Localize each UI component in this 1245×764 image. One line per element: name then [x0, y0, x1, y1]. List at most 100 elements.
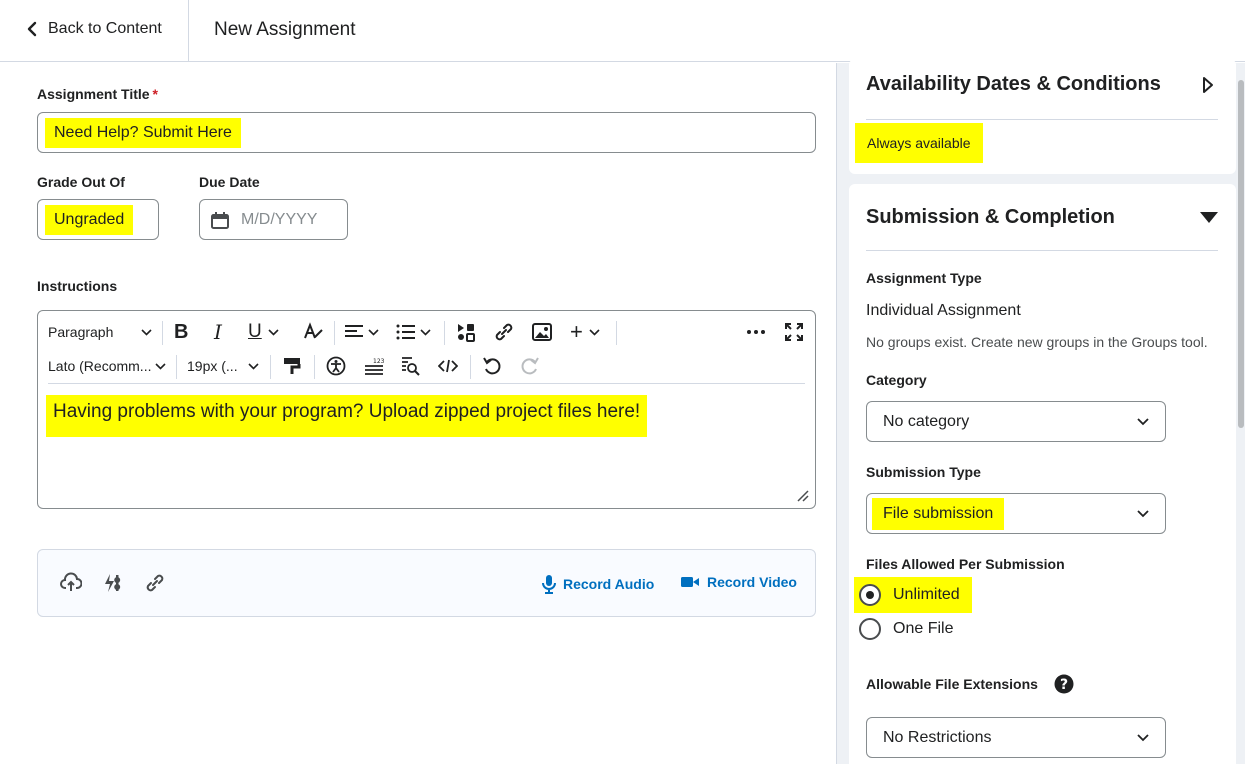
panel-scrollbar[interactable] [1238, 80, 1244, 428]
text-color-icon[interactable] [302, 317, 324, 347]
instructions-editor[interactable]: Paragraph B I U + Lato (Recomm... 19px (… [37, 310, 816, 509]
record-video-label: Record Video [707, 574, 797, 590]
more-icon[interactable] [746, 317, 768, 347]
font-size-dropdown[interactable]: 19px (... [187, 351, 259, 381]
redo-icon[interactable] [520, 351, 542, 381]
font-family-value: Lato (Recomm... [48, 358, 152, 374]
category-value: No category [883, 413, 970, 430]
record-audio-label: Record Audio [563, 576, 655, 592]
due-date-input[interactable]: M/D/YYYY [199, 199, 348, 240]
radio-one-file-label: One File [893, 620, 954, 637]
toolbar-separator [162, 321, 163, 345]
bold-icon[interactable]: B [174, 317, 196, 347]
font-size-value: 19px (... [187, 358, 238, 374]
assignment-type-value: Individual Assignment [866, 302, 1021, 319]
upload-icon[interactable] [60, 572, 82, 594]
toolbar-separator [334, 321, 335, 345]
calendar-icon [211, 212, 229, 229]
assignment-title-value: Need Help? Submit Here [45, 118, 241, 148]
record-video-button[interactable]: Record Video [680, 574, 797, 590]
card-divider [866, 119, 1218, 120]
image-icon[interactable] [532, 317, 554, 347]
back-to-content-link[interactable]: Back to Content [26, 20, 162, 38]
submission-type-label: Submission Type [866, 464, 981, 480]
attachments-bar: Record Audio Record Video [37, 549, 816, 617]
source-code-icon[interactable] [438, 351, 460, 381]
radio-unchecked[interactable] [859, 618, 881, 640]
link-icon[interactable] [494, 317, 516, 347]
video-camera-icon [681, 577, 699, 587]
font-family-dropdown[interactable]: Lato (Recomm... [48, 351, 166, 381]
page-header: Back to Content New Assignment [0, 0, 1245, 62]
instructions-text[interactable]: Having problems with your program? Uploa… [46, 395, 648, 437]
submission-type-select[interactable]: File submission [866, 493, 1166, 534]
align-icon[interactable] [344, 317, 382, 347]
expand-arrow-icon[interactable] [1202, 76, 1214, 94]
assignment-title-label: Assignment Title * [37, 86, 158, 102]
block-format-dropdown[interactable]: Paragraph [48, 317, 152, 347]
submission-title[interactable]: Submission & Completion [866, 206, 1115, 229]
back-to-content-label: Back to Content [48, 20, 162, 37]
due-date-placeholder: M/D/YYYY [241, 211, 318, 228]
grade-out-of-input[interactable]: Ungraded [37, 199, 159, 240]
microphone-icon [542, 575, 556, 594]
quicklink-icon[interactable] [102, 572, 124, 594]
accessibility-icon[interactable] [326, 351, 348, 381]
find-replace-icon[interactable] [400, 351, 422, 381]
availability-status: Always available [855, 123, 983, 163]
assignment-title-label-text: Assignment Title [37, 86, 150, 102]
link-icon[interactable] [144, 572, 166, 594]
chevron-down-icon [1137, 734, 1149, 742]
submission-card: Submission & Completion Assignment Type … [849, 184, 1236, 764]
record-audio-button[interactable]: Record Audio [542, 574, 654, 594]
block-format-value: Paragraph [48, 324, 114, 340]
word-count-icon[interactable]: 123 [364, 351, 386, 381]
svg-text:123: 123 [373, 358, 384, 365]
category-label: Category [866, 372, 927, 388]
groups-note: No groups exist. Create new groups in th… [866, 334, 1208, 350]
fullscreen-icon[interactable] [784, 317, 806, 347]
extensions-select[interactable]: No Restrictions [866, 717, 1166, 758]
instructions-label: Instructions [37, 278, 118, 294]
chevron-down-icon [1137, 510, 1149, 518]
due-date-label: Due Date [199, 174, 260, 190]
chevron-down-icon [248, 363, 259, 370]
required-marker: * [152, 86, 158, 102]
chevron-down-icon [268, 328, 279, 336]
insert-stuff-icon[interactable] [456, 317, 478, 347]
chevron-down-icon [368, 328, 379, 336]
list-icon[interactable] [396, 317, 434, 347]
settings-panel: Availability Dates & Conditions Always a… [836, 59, 1245, 764]
chevron-left-icon [27, 21, 37, 37]
radio-unlimited[interactable]: Unlimited [854, 577, 972, 613]
italic-icon[interactable]: I [214, 317, 232, 347]
radio-unlimited-label: Unlimited [893, 586, 960, 603]
extensions-value: No Restrictions [883, 729, 992, 746]
underline-icon[interactable]: U [248, 317, 286, 347]
editor-toolbar-row-1: Paragraph B I U + [38, 317, 815, 347]
grade-out-of-label: Grade Out Of [37, 174, 125, 190]
assignment-type-label: Assignment Type [866, 270, 982, 286]
toolbar-separator [470, 355, 471, 379]
chevron-down-icon [155, 363, 166, 370]
format-painter-icon[interactable] [282, 351, 304, 381]
header-divider [188, 0, 189, 62]
chevron-down-icon [589, 328, 600, 336]
toolbar-separator [176, 355, 177, 379]
collapse-arrow-icon[interactable] [1200, 212, 1218, 223]
availability-title[interactable]: Availability Dates & Conditions [866, 73, 1161, 96]
category-select[interactable]: No category [866, 401, 1166, 442]
radio-checked[interactable] [859, 584, 881, 606]
undo-icon[interactable] [482, 351, 504, 381]
files-allowed-label: Files Allowed Per Submission [866, 556, 1065, 572]
radio-one-file[interactable]: One File [854, 611, 965, 647]
resize-handle-icon[interactable] [795, 488, 809, 502]
toolbar-divider [48, 383, 805, 384]
editor-toolbar-row-2: Lato (Recomm... 19px (... 123 [38, 351, 815, 381]
add-icon[interactable]: + [570, 317, 606, 347]
chevron-down-icon [141, 329, 152, 336]
grade-out-of-value: Ungraded [45, 205, 134, 235]
help-icon[interactable]: ? [1054, 674, 1074, 694]
assignment-title-input[interactable]: Need Help? Submit Here [37, 112, 816, 153]
page-title: New Assignment [214, 19, 356, 40]
